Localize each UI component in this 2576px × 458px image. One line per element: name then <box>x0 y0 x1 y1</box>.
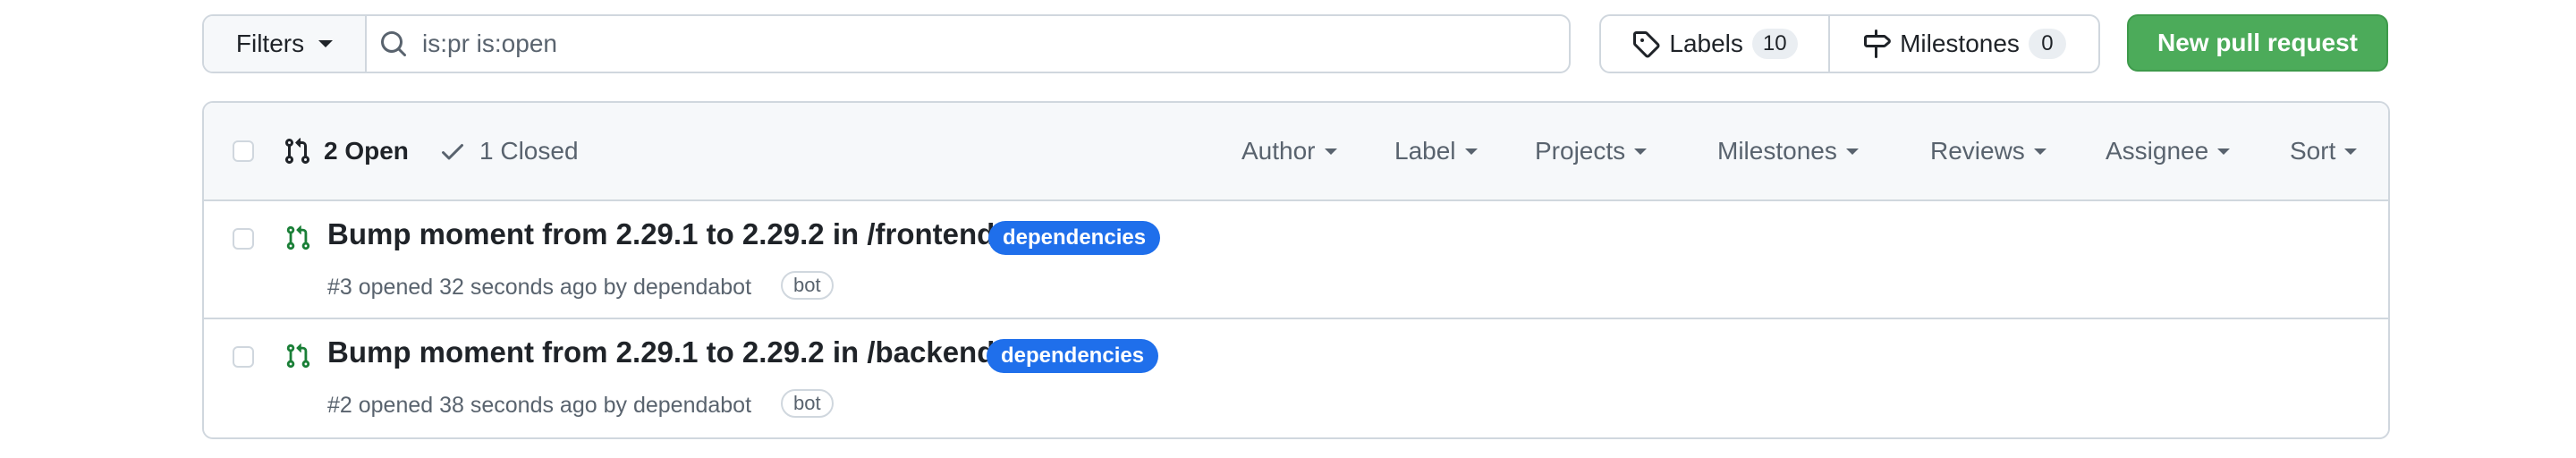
milestones-filter-label: Milestones <box>1717 137 1837 165</box>
milestones-link[interactable]: Milestones 0 <box>1830 16 2098 72</box>
label-dependencies[interactable]: dependencies <box>987 339 1159 373</box>
pull-requests-list: 2 Open 1 Closed Author Label Projects Mi… <box>202 101 2390 439</box>
list-item: Bump moment from 2.29.1 to 2.29.2 in /ba… <box>204 319 2388 436</box>
pr-title-link[interactable]: Bump moment from 2.29.1 to 2.29.2 in /fr… <box>327 217 995 253</box>
pr-meta: #3 opened 32 seconds ago by dependabot <box>327 275 751 301</box>
pr-author-link[interactable]: dependabot <box>633 393 751 418</box>
label-filter-label: Label <box>1394 137 1456 165</box>
triangle-down-icon <box>2217 148 2231 155</box>
triangle-down-icon <box>1845 148 1859 155</box>
search-icon <box>379 30 408 58</box>
filter-search-group: Filters <box>202 14 1571 73</box>
labels-label: Labels <box>1669 30 1743 57</box>
sort-filter[interactable]: Sort <box>2290 103 2358 199</box>
sort-filter-label: Sort <box>2290 137 2336 165</box>
filters-dropdown-button[interactable]: Filters <box>204 16 367 72</box>
search-input[interactable] <box>422 16 1549 72</box>
filters-label: Filters <box>235 30 305 57</box>
projects-filter-label: Projects <box>1535 137 1626 165</box>
pr-title-link[interactable]: Bump moment from 2.29.1 to 2.29.2 in /ba… <box>327 335 995 371</box>
triangle-down-icon <box>1324 148 1337 155</box>
milestone-icon <box>1862 30 1891 58</box>
check-icon <box>438 137 467 165</box>
label-filter[interactable]: Label <box>1394 103 1478 199</box>
pr-meta: #2 opened 38 seconds ago by dependabot <box>327 393 751 419</box>
bot-badge: bot <box>781 271 834 300</box>
reviews-filter[interactable]: Reviews <box>1930 103 2046 199</box>
row-checkbox[interactable] <box>233 228 254 250</box>
milestones-label: Milestones <box>1900 30 2020 57</box>
triangle-down-icon <box>1464 148 1478 155</box>
git-pull-request-icon <box>284 225 311 251</box>
pr-author-link[interactable]: dependabot <box>633 275 751 300</box>
author-filter[interactable]: Author <box>1241 103 1337 199</box>
label-dependencies[interactable]: dependencies <box>988 221 1161 255</box>
open-prs-tab[interactable]: 2 Open <box>283 103 409 199</box>
triangle-down-icon <box>2344 148 2358 155</box>
milestones-filter[interactable]: Milestones <box>1717 103 1859 199</box>
triangle-down-icon <box>318 40 334 47</box>
list-header: 2 Open 1 Closed Author Label Projects Mi… <box>204 103 2388 201</box>
git-pull-request-icon <box>284 343 311 369</box>
assignee-filter[interactable]: Assignee <box>2106 103 2231 199</box>
git-pull-request-icon <box>283 137 311 165</box>
reviews-filter-label: Reviews <box>1930 137 2025 165</box>
tag-icon <box>1631 30 1660 58</box>
labels-milestones-group: Labels 10 Milestones 0 <box>1599 14 2100 73</box>
pr-meta-text: #2 opened 38 seconds ago by <box>327 393 627 418</box>
closed-prs-tab[interactable]: 1 Closed <box>438 103 579 199</box>
triangle-down-icon <box>2033 148 2046 155</box>
subnav-toolbar: Filters Labels 10 Milestones 0 New pull … <box>202 14 2388 73</box>
closed-count-label: 1 Closed <box>479 137 579 165</box>
bot-badge: bot <box>781 389 834 418</box>
row-checkbox[interactable] <box>233 346 254 368</box>
projects-filter[interactable]: Projects <box>1535 103 1648 199</box>
list-item: Bump moment from 2.29.1 to 2.29.2 in /fr… <box>204 201 2388 319</box>
assignee-filter-label: Assignee <box>2106 137 2209 165</box>
open-count-label: 2 Open <box>324 137 409 165</box>
milestones-counter: 0 <box>2028 29 2066 59</box>
new-pull-request-button[interactable]: New pull request <box>2127 14 2388 72</box>
pr-meta-text: #3 opened 32 seconds ago by <box>327 275 627 300</box>
triangle-down-icon <box>1634 148 1648 155</box>
labels-counter: 10 <box>1751 29 1798 59</box>
labels-link[interactable]: Labels 10 <box>1601 16 1830 72</box>
select-all-checkbox[interactable] <box>233 140 254 162</box>
author-filter-label: Author <box>1241 137 1316 165</box>
